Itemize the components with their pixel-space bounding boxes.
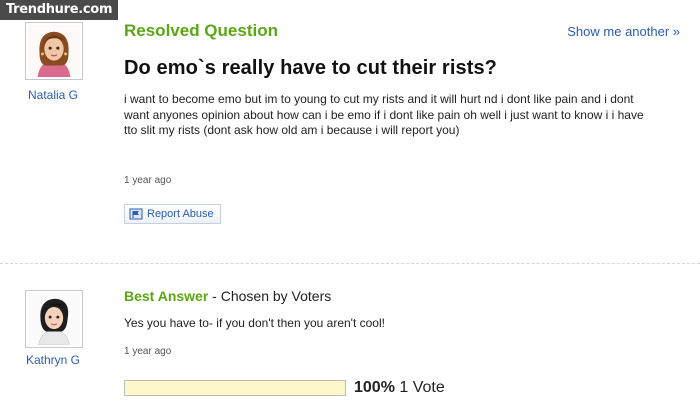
resolved-question-heading: Resolved Question [124, 21, 278, 40]
flag-icon [129, 208, 143, 220]
section-divider [0, 263, 700, 264]
asker-avatar[interactable] [25, 22, 83, 80]
answer-body: Yes you have to- if you don't then you a… [124, 316, 385, 330]
vote-percent: 100% [354, 379, 395, 396]
watermark: Trendhure.com [0, 0, 119, 20]
show-another-link[interactable]: Show me another » [567, 24, 680, 39]
question-title: Do emo`s really have to cut their rists? [124, 57, 497, 79]
avatar-natalia-icon [28, 25, 80, 77]
best-answer-label: Best Answer [124, 288, 209, 304]
question-time: 1 year ago [124, 175, 172, 186]
report-abuse-label: Report Abuse [147, 208, 214, 220]
answerer-name[interactable]: Kathryn G [3, 353, 103, 367]
vote-summary: 100% 1 Vote [354, 379, 445, 397]
chosen-by-label: - Chosen by Voters [208, 288, 332, 304]
vote-count: 1 Vote [399, 379, 445, 396]
vote-bar [124, 380, 346, 396]
answerer-avatar[interactable] [25, 290, 83, 348]
report-abuse-button[interactable]: Report Abuse [124, 204, 221, 224]
vote-bar-fill [125, 381, 345, 395]
answer-time: 1 year ago [124, 346, 172, 357]
question-body: i want to become emo but im to young to … [124, 92, 644, 137]
avatar-kathryn-icon [28, 293, 80, 345]
best-answer-heading: Best Answer - Chosen by Voters [124, 288, 331, 304]
asker-name[interactable]: Natalia G [3, 88, 103, 102]
